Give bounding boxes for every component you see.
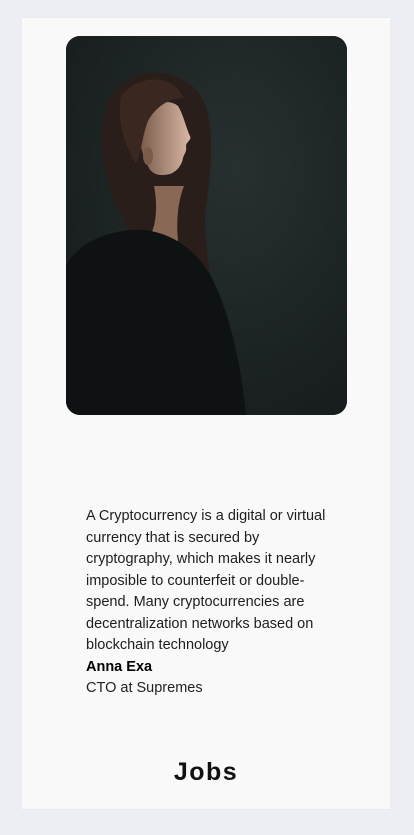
section-title: Jobs	[173, 758, 239, 786]
testimonial-quote: A Cryptocurrency is a digital or virtual…	[86, 508, 326, 653]
author-photo	[66, 36, 347, 415]
testimonial-block: A Cryptocurrency is a digital or virtual…	[86, 506, 336, 700]
author-role: CTO at Supremes	[86, 680, 203, 696]
portrait-image	[66, 36, 347, 415]
author-name: Anna Exa	[86, 658, 153, 675]
testimonial-card: A Cryptocurrency is a digital or virtual…	[22, 18, 390, 809]
